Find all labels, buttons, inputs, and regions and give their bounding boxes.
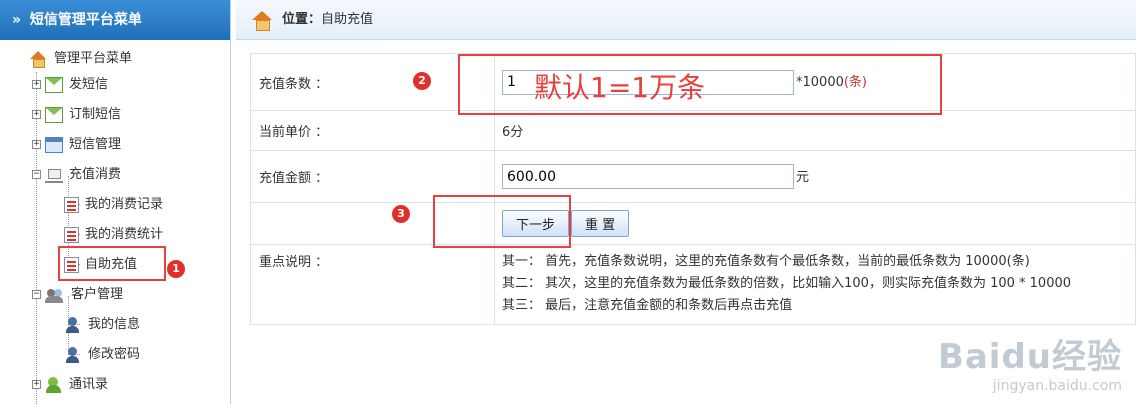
note-line-3: 其三： 最后，注意充值金额的和条数后再点击充值 [502, 298, 793, 313]
location-label: 位置： [282, 12, 322, 27]
amount-unit: 元 [796, 169, 810, 185]
mail-icon [45, 106, 63, 123]
step-badge-3: 3 [392, 205, 410, 223]
sidebar-header[interactable]: » 短信管理平台菜单 [0, 0, 230, 40]
home-icon [252, 10, 272, 31]
expand-icon[interactable]: + [32, 80, 41, 89]
collapse-icon[interactable]: − [32, 290, 41, 299]
menu-item-label: 发短信 [69, 77, 109, 92]
step-badge-1: 1 [167, 260, 185, 278]
menu-item-label: 我的消费统计 [85, 227, 164, 242]
list-icon [64, 226, 79, 243]
menu-tree: 管理平台菜单 + 发短信 + 订制短信 + 短信管理 − 充值消费 我的消费记录 我的消… [0, 40, 230, 404]
list-icon [64, 196, 79, 213]
cart-icon [45, 167, 63, 183]
menu-item-my-info[interactable]: 我的信息 [0, 310, 230, 340]
recharge-count-unit-suffix: (条) [843, 75, 868, 90]
menu-item-label: 通讯录 [69, 377, 109, 392]
menu-root-label: 管理平台菜单 [54, 51, 133, 66]
note-line-2: 其二： 其次，这里的充值条数为最低条数的倍数，比如输入100，则实际充值条数为 … [502, 276, 1072, 291]
collapse-icon[interactable]: − [32, 170, 41, 179]
menu-item-label: 客户管理 [71, 287, 124, 302]
notes-cell: 其一： 首先，充值条数说明，这里的充值条数有个最低条数，当前的最低条数为 100… [494, 244, 1136, 325]
amount-input[interactable] [502, 164, 794, 189]
menu-item-customer-manage[interactable]: − 客户管理 [0, 280, 230, 310]
next-step-button[interactable]: 下一步 [502, 210, 570, 237]
form-row-price: 当前单价 ： 6分 [250, 110, 1136, 151]
contacts-icon [45, 376, 63, 393]
calendar-icon [45, 136, 63, 153]
menu-item-custom-sms[interactable]: + 订制短信 [0, 100, 230, 130]
menu-item-consume-records[interactable]: 我的消费记录 [0, 190, 230, 220]
sidebar: » 短信管理平台菜单 管理平台菜单 + 发短信 + 订制短信 + 短信管理 − 充值消费… [0, 0, 231, 404]
unit-price-value: 6分 [494, 110, 1136, 151]
recharge-count-unit-multiplier: *10000 [796, 75, 844, 90]
recharge-count-unit: *10000(条) [796, 75, 867, 90]
menu-item-label: 短信管理 [69, 137, 122, 152]
list-icon [64, 256, 79, 273]
step-badge-2: 2 [413, 72, 431, 90]
menu-item-sms-manage[interactable]: + 短信管理 [0, 130, 230, 160]
menu-item-send-sms[interactable]: + 发短信 [0, 70, 230, 100]
menu-item-label: 我的消费记录 [85, 197, 164, 212]
actions-cell: 下一步重 置 [494, 202, 1136, 245]
watermark: Baidu经验 jingyan.baidu.com [938, 329, 1122, 394]
menu-item-label: 充值消费 [69, 167, 122, 182]
expand-icon[interactable]: + [32, 110, 41, 119]
menu-root[interactable]: 管理平台菜单 [0, 48, 230, 70]
reset-button[interactable]: 重 置 [571, 210, 630, 237]
mail-icon [45, 76, 63, 93]
form-row-amount: 充值金额 ： 元 [250, 150, 1136, 203]
menu-item-label: 自助充值 [85, 257, 138, 272]
watermark-url: jingyan.baidu.com [992, 378, 1122, 394]
expand-icon[interactable]: + [32, 140, 41, 149]
notes-label: 重点说明 ： [250, 244, 495, 325]
amount-cell: 元 [494, 150, 1136, 203]
users-icon [45, 287, 65, 303]
chevron-right-icon: » [12, 12, 22, 28]
person-icon [64, 316, 82, 333]
menu-item-recharge[interactable]: − 充值消费 [0, 160, 230, 190]
expand-icon[interactable]: + [32, 380, 41, 389]
location-bar: 位置：自助充值 [236, 0, 1136, 40]
person-icon [64, 346, 82, 363]
form-row-actions: 下一步重 置 [250, 202, 1136, 245]
amount-label: 充值金额 ： [250, 150, 495, 203]
note-line-1: 其一： 首先，充值条数说明，这里的充值条数有个最低条数，当前的最低条数为 100… [502, 254, 1030, 269]
menu-item-contacts[interactable]: + 通讯录 [0, 370, 230, 400]
menu-item-label: 修改密码 [88, 347, 141, 362]
form-row-notes: 重点说明 ： 其一： 首先，充值条数说明，这里的充值条数有个最低条数，当前的最低… [250, 244, 1136, 325]
menu-item-self-recharge[interactable]: 自助充值 [0, 250, 230, 280]
watermark-logo: Baidu经验 [937, 337, 1122, 377]
actions-label-cell [250, 202, 495, 245]
menu-item-label: 我的信息 [88, 317, 141, 332]
menu-item-consume-stats[interactable]: 我的消费统计 [0, 220, 230, 250]
home-icon [28, 50, 48, 68]
sidebar-title: 短信管理平台菜单 [29, 12, 142, 28]
unit-price-label: 当前单价 ： [250, 110, 495, 151]
recharge-count-label: 充值条数 ： [250, 53, 495, 111]
annotation-default-text: 默认1=1万条 [534, 71, 706, 104]
menu-item-change-password[interactable]: 修改密码 [0, 340, 230, 370]
menu-item-label: 订制短信 [69, 107, 122, 122]
location-value: 自助充值 [321, 12, 374, 27]
